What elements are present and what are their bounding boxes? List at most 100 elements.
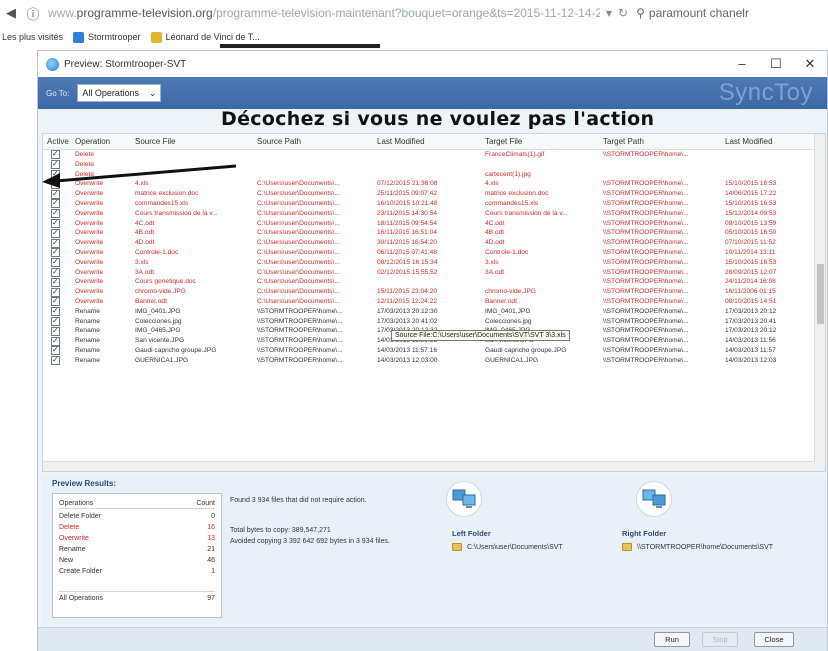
close-button[interactable]: Close (754, 632, 794, 647)
table-row[interactable]: Overwrite Controle-1.doc C:\Users\user\Doc… (43, 248, 825, 258)
active-checkbox[interactable] (51, 356, 60, 366)
active-checkbox[interactable] (51, 209, 60, 219)
annotation-text: Décochez si vous ne voulez pas l'action (221, 108, 655, 130)
column-header[interactable]: Target File (481, 137, 599, 146)
count-label: Rename (59, 546, 86, 553)
row-target-file: Colecciones.jpg (485, 317, 532, 325)
table-row[interactable]: Overwrite Cours transmission de la v... C:… (43, 209, 825, 219)
stop-button[interactable]: Stop (702, 632, 738, 647)
count-value: 13 (207, 535, 215, 542)
site-info-icon[interactable]: ⓘ (22, 3, 44, 23)
table-row[interactable]: Overwrite 3A.odt C:\Users\user\Documents\.… (43, 267, 825, 278)
row-source-modified: 08/12/2015 16:15:34 (377, 258, 438, 266)
active-checkbox[interactable] (51, 199, 60, 209)
right-folder-path[interactable]: \\STORMTROOPER\home\Documents\SVT (637, 544, 773, 551)
row-operation: Rename (75, 327, 100, 335)
count-row[interactable]: Delete Folder 0 (59, 511, 215, 522)
count-row[interactable]: Overwrite 13 (59, 533, 215, 544)
row-source-file: Banner.odt (135, 297, 167, 305)
active-checkbox[interactable] (51, 277, 60, 287)
table-row[interactable]: Rename GUERNICA1.JPG \\STORMTROOPER\home\.… (43, 356, 825, 366)
column-header[interactable]: Last Modified (721, 137, 821, 146)
active-checkbox[interactable] (51, 189, 60, 199)
url-prefix: www. (48, 6, 77, 20)
scroll-thumb[interactable] (817, 264, 824, 324)
row-target-modified: 15/10/2015 16:53 (725, 258, 777, 266)
count-value: 21 (207, 546, 215, 553)
column-header[interactable]: Active (43, 137, 71, 146)
table-header: Active Operation Source File Source Path… (43, 134, 825, 150)
table-row[interactable]: Rename Colecciones.jpg \\STORMTROOPER\home… (43, 316, 825, 327)
row-target-modified: 14/03/2013 12:03 (725, 356, 777, 364)
table-row[interactable]: Delete FranceClimats(1).gif \\STORMTROOPER… (43, 150, 825, 160)
table-row[interactable]: Overwrite chromo-vide.JPG C:\Users\user\Do… (43, 287, 825, 297)
active-checkbox[interactable] (51, 150, 60, 160)
row-source-path: \\STORMTROOPER\home\... (257, 346, 343, 354)
active-checkbox[interactable] (51, 326, 60, 336)
total-label: All Operations (59, 595, 103, 602)
table-row[interactable]: Overwrite 4C.odt C:\Users\user\Documents\.… (43, 218, 825, 229)
active-checkbox[interactable] (51, 228, 60, 238)
count-row[interactable]: Rename 21 (59, 544, 215, 555)
maximize-icon[interactable]: ☐ (759, 56, 793, 72)
table-row[interactable]: Rename IMG_0401.JPG \\STORMTROOPER\home\..… (43, 307, 825, 317)
horizontal-scrollbar[interactable] (43, 461, 815, 471)
column-header[interactable]: Operation (71, 137, 131, 146)
count-row[interactable]: Delete 16 (59, 522, 215, 533)
active-checkbox[interactable] (51, 287, 60, 297)
dropdown-arrow-icon[interactable]: ▾ (606, 6, 612, 20)
reload-icon[interactable]: ↻ (618, 6, 628, 20)
table-row[interactable]: Overwrite matrice exclusion.doc C:\Users\u… (43, 189, 825, 199)
active-checkbox[interactable] (51, 297, 60, 307)
table-row[interactable]: Overwrite Banner.odt C:\Users\user\Documen… (43, 297, 825, 307)
column-header[interactable]: Source File (131, 137, 253, 146)
left-folder-block: Left Folder C:\Users\user\Documents\SVT (452, 529, 563, 551)
column-header[interactable]: Target Path (599, 137, 721, 146)
minimize-icon[interactable]: – (725, 56, 759, 72)
goto-dropdown[interactable]: All Operations ⌄ (77, 84, 162, 102)
run-button[interactable]: Run (654, 632, 690, 647)
bookmark-most-visited[interactable]: Les plus visités (2, 32, 63, 42)
count-row[interactable]: New 46 (59, 555, 215, 566)
bookmark-leonard[interactable]: Léonard de Vinci de T... (150, 31, 260, 43)
active-checkbox[interactable] (51, 267, 60, 277)
table-row[interactable]: Overwrite 4B.odt C:\Users\user\Documents\.… (43, 228, 825, 238)
active-checkbox[interactable] (51, 307, 60, 317)
active-checkbox[interactable] (51, 316, 60, 326)
bookmark-stormtrooper[interactable]: Stormtrooper (73, 31, 141, 43)
row-active-cell (43, 150, 71, 160)
active-checkbox[interactable] (51, 238, 60, 248)
row-target-file: cartecent(1).jpg (485, 170, 531, 178)
row-target-path: \\STORMTROOPER\home\... (603, 151, 689, 158)
row-operation: Rename (75, 356, 100, 364)
table-row[interactable]: Overwrite 4D.odt C:\Users\user\Documents\.… (43, 238, 825, 248)
row-target-file: commandes15.xls (485, 199, 539, 207)
address-field[interactable]: www.programme-television.org/programme-t… (48, 6, 600, 20)
found-files-text: Found 3 934 files that did not require a… (230, 497, 367, 504)
results-title: Preview Results: (52, 479, 117, 488)
table-row[interactable]: Overwrite 3.xls C:\Users\user\Documents\..… (43, 258, 825, 268)
table-row[interactable]: Rename Gaudi capricho groupe.JPG \\STORMTR… (43, 346, 825, 356)
back-arrow-icon[interactable]: ◀ (0, 3, 22, 23)
active-checkbox[interactable] (51, 218, 60, 228)
close-icon[interactable]: ✕ (793, 56, 827, 72)
browser-url-bar: ◀ ⓘ www.programme-television.org/program… (0, 0, 828, 26)
table-row[interactable]: Overwrite commandes15.xls C:\Users\user\Do… (43, 199, 825, 209)
count-row[interactable]: Create Folder 1 (59, 566, 215, 577)
column-header[interactable]: Last Modified (373, 137, 481, 146)
active-checkbox[interactable] (51, 346, 60, 356)
table-row[interactable]: Overwrite Cours genetique.doc C:\Users\use… (43, 277, 825, 287)
row-target-modified: 14/03/2013 11:57 (725, 346, 776, 354)
active-checkbox[interactable] (51, 248, 60, 258)
row-active-cell (43, 258, 71, 268)
bytes-to-copy-text: Total bytes to copy: 389,547,271 (230, 527, 331, 534)
active-checkbox[interactable] (51, 336, 60, 346)
search-field[interactable]: ⚲ paramount chanelr (636, 6, 749, 20)
chevron-down-icon: ⌄ (148, 87, 157, 98)
row-active-cell (43, 336, 71, 346)
left-folder-path[interactable]: C:\Users\user\Documents\SVT (467, 544, 563, 551)
column-header[interactable]: Source Path (253, 137, 373, 146)
row-target-path: \\STORMTROOPER\home\... (603, 268, 689, 276)
vertical-scrollbar[interactable] (814, 134, 825, 471)
active-checkbox[interactable] (51, 258, 60, 268)
